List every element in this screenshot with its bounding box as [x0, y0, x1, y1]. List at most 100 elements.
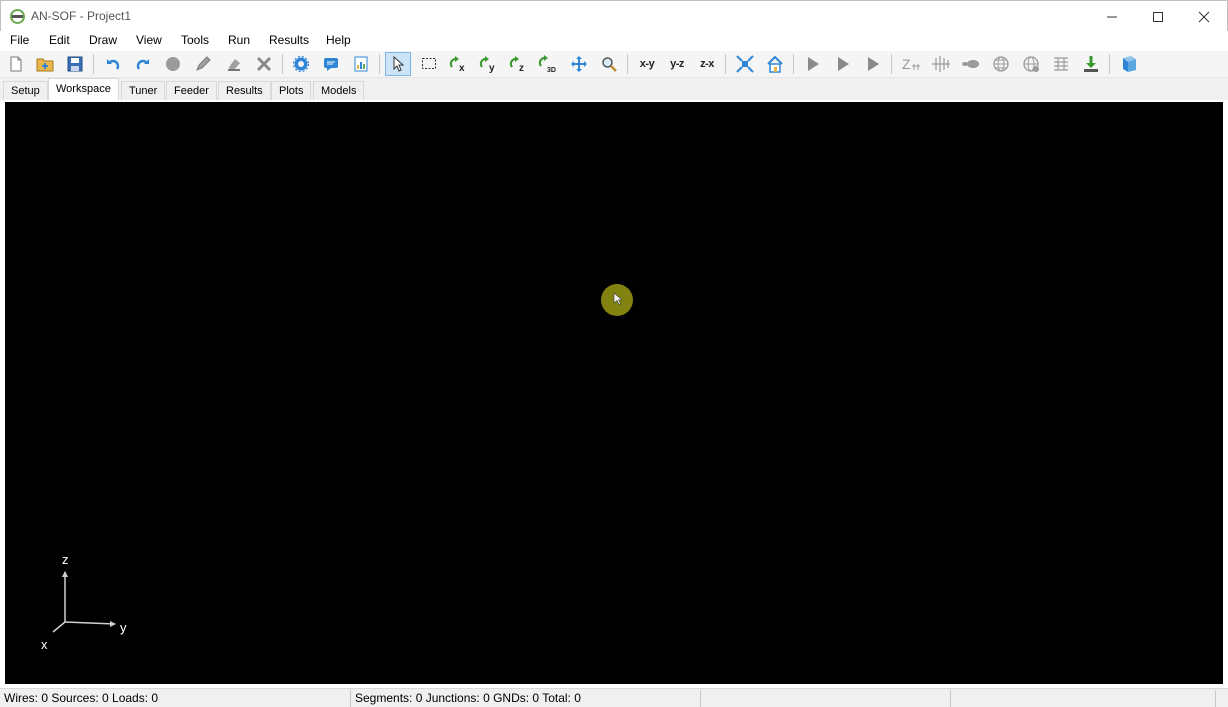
settings-button[interactable]	[288, 52, 314, 76]
tab-results[interactable]: Results	[218, 81, 271, 100]
rotate-y-button[interactable]: y	[476, 52, 502, 76]
close-icon	[1198, 11, 1210, 22]
menu-help[interactable]: Help	[326, 33, 351, 47]
tab-models[interactable]: Models	[313, 81, 365, 100]
new-file-button[interactable]	[3, 52, 29, 76]
impedance-button[interactable]: Z	[898, 52, 924, 76]
view-xy-button[interactable]: x-y	[634, 52, 660, 76]
rotate-3d-icon: 3D	[538, 55, 556, 73]
stop-icon	[166, 57, 180, 71]
view-zx-label: z-x	[700, 58, 714, 70]
rotate-z-button[interactable]: z	[506, 52, 532, 76]
menu-draw[interactable]: Draw	[89, 33, 117, 47]
play-icon	[808, 57, 819, 71]
tab-workspace[interactable]: Workspace	[48, 78, 119, 100]
pencil-button[interactable]	[190, 52, 216, 76]
svg-text:x: x	[459, 63, 465, 73]
app-logo-icon	[10, 9, 25, 24]
redo-icon	[136, 59, 149, 70]
pan-arrows-icon	[571, 56, 587, 72]
menu-run[interactable]: Run	[228, 33, 250, 47]
gear-icon	[293, 56, 309, 72]
rotate-x-icon: x	[449, 56, 465, 73]
play-icon	[868, 57, 879, 71]
table-icon	[1054, 57, 1068, 71]
cursor-highlight	[601, 284, 633, 316]
open-folder-icon	[36, 58, 54, 72]
run-button-2[interactable]	[830, 52, 856, 76]
minimize-icon	[1107, 16, 1117, 17]
menu-view[interactable]: View	[136, 33, 162, 47]
globe-button[interactable]	[988, 52, 1014, 76]
redo-button[interactable]	[130, 52, 156, 76]
impedance-icon: Z	[902, 56, 920, 72]
title-bar: AN-SOF - Project1	[0, 0, 1228, 31]
menu-bar: File Edit Draw View Tools Run Results He…	[0, 31, 1228, 51]
view-yz-button[interactable]: y-z	[664, 52, 690, 76]
eraser-button[interactable]	[221, 52, 247, 76]
x-axis-label: x	[41, 637, 48, 652]
radiation-pattern-icon	[962, 60, 979, 68]
message-icon	[324, 58, 338, 71]
select-pointer-button[interactable]	[385, 52, 411, 76]
globe-icon	[993, 56, 1009, 72]
zoom-icon	[602, 57, 617, 72]
svg-text:Z: Z	[902, 56, 911, 72]
message-button[interactable]	[318, 52, 344, 76]
tab-feeder[interactable]: Feeder	[166, 81, 217, 100]
y-axis-line	[64, 621, 116, 625]
open-folder-button[interactable]	[32, 52, 58, 76]
x-axis-line	[52, 621, 66, 633]
eraser-icon	[228, 59, 240, 71]
save-button[interactable]	[62, 52, 88, 76]
export-button[interactable]	[1078, 52, 1104, 76]
run-button-3[interactable]	[860, 52, 886, 76]
current-distribution-icon	[932, 56, 950, 72]
pattern-button[interactable]	[958, 52, 984, 76]
status-bar: Wires: 0 Sources: 0 Loads: 0 Segments: 0…	[0, 688, 1228, 707]
view-xy-label: x-y	[639, 58, 655, 70]
tab-plots[interactable]: Plots	[271, 81, 312, 100]
rotate-3d-button[interactable]: 3D	[536, 52, 562, 76]
view-zx-button[interactable]: z-x	[694, 52, 720, 76]
z-axis-label: z	[62, 552, 69, 567]
status-segments-junctions: Segments: 0 Junctions: 0 GNDs: 0 Total: …	[355, 691, 581, 705]
report-button[interactable]	[348, 52, 374, 76]
menu-tools[interactable]: Tools	[181, 33, 209, 47]
stop-button[interactable]	[160, 52, 186, 76]
home-view-button[interactable]	[762, 52, 788, 76]
zoom-button[interactable]	[596, 52, 622, 76]
delete-button[interactable]	[251, 52, 277, 76]
box-select-button[interactable]	[416, 52, 442, 76]
view-yz-label: y-z	[670, 58, 684, 70]
rotate-z-icon: z	[509, 56, 524, 73]
help-book-button[interactable]	[1116, 52, 1142, 76]
download-icon	[1084, 56, 1098, 72]
pencil-icon	[196, 56, 211, 71]
tab-tuner[interactable]: Tuner	[121, 81, 166, 100]
pan-button[interactable]	[566, 52, 592, 76]
close-button[interactable]	[1181, 1, 1227, 32]
run-button-1[interactable]	[800, 52, 826, 76]
menu-file[interactable]: File	[10, 33, 29, 47]
menu-edit[interactable]: Edit	[49, 33, 70, 47]
table-button[interactable]	[1048, 52, 1074, 76]
tab-setup[interactable]: Setup	[3, 81, 48, 100]
rotate-x-button[interactable]: x	[446, 52, 472, 76]
minimize-button[interactable]	[1089, 1, 1135, 32]
workspace-canvas[interactable]: z y x	[5, 102, 1223, 684]
current-dist-button[interactable]	[928, 52, 954, 76]
undo-button[interactable]	[100, 52, 126, 76]
report-icon	[354, 56, 368, 72]
maximize-button[interactable]	[1135, 1, 1181, 32]
menu-results[interactable]: Results	[269, 33, 309, 47]
mouse-cursor-icon	[613, 292, 623, 305]
rotate-y-icon: y	[479, 56, 495, 73]
maximize-icon	[1153, 11, 1163, 22]
fit-view-button[interactable]	[732, 52, 758, 76]
globe-3d-button[interactable]	[1018, 52, 1044, 76]
globe-3d-icon	[1023, 56, 1039, 72]
box-select-icon	[422, 58, 436, 69]
status-wires-sources-loads: Wires: 0 Sources: 0 Loads: 0	[4, 691, 159, 705]
window-title: AN-SOF - Project1	[31, 9, 132, 23]
